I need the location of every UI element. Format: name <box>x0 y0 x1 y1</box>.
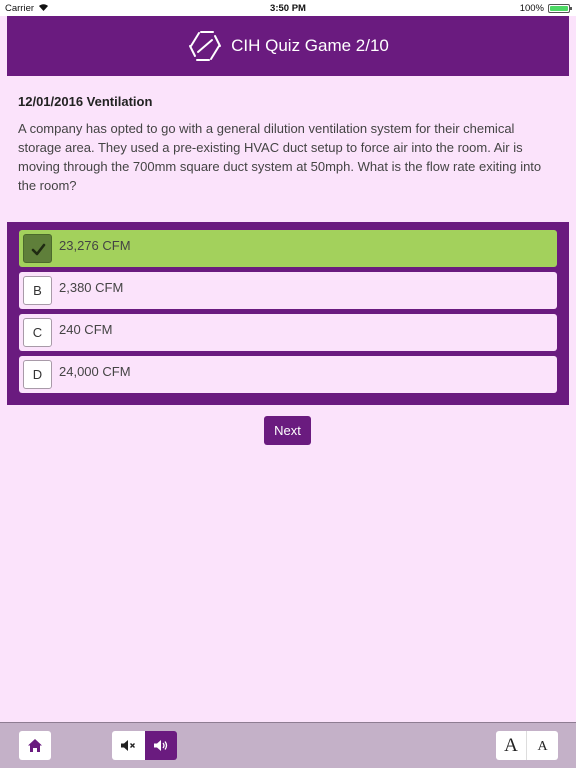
battery-percentage: 100% <box>519 3 544 14</box>
answer-option-a[interactable]: 23,276 CFM <box>19 230 557 267</box>
home-button[interactable] <box>19 731 51 760</box>
next-button[interactable]: Next <box>264 416 311 445</box>
battery-icon <box>548 4 572 13</box>
hexagon-logo-icon <box>189 31 222 61</box>
sound-on-button[interactable] <box>145 731 177 760</box>
font-large-button[interactable]: A <box>496 731 527 760</box>
question-text: A company has opted to go with a general… <box>18 121 542 193</box>
header-bar: CIH Quiz Game 2/10 <box>7 16 569 76</box>
answer-d-letter: D <box>23 360 52 389</box>
answer-option-d[interactable]: D 24,000 CFM <box>19 356 557 393</box>
sound-toggle <box>112 731 177 760</box>
speaker-on-icon <box>154 740 168 751</box>
answer-d-label: 24,000 CFM <box>59 364 131 379</box>
answer-option-c[interactable]: C 240 CFM <box>19 314 557 351</box>
status-bar: Carrier 3:50 PM 100% <box>0 0 576 16</box>
answer-option-b[interactable]: B 2,380 CFM <box>19 272 557 309</box>
checkmark-icon <box>31 243 46 256</box>
speaker-mute-icon <box>121 740 135 751</box>
answer-b-label: 2,380 CFM <box>59 280 124 295</box>
answers-panel: 23,276 CFM B 2,380 CFM C 240 CFM D 24,00… <box>7 222 569 405</box>
home-icon <box>28 739 42 752</box>
answer-a-label: 23,276 CFM <box>59 238 131 253</box>
answer-a-marker <box>23 234 52 263</box>
page-title: CIH Quiz Game 2/10 <box>231 36 389 55</box>
answer-b-letter: B <box>23 276 52 305</box>
answer-c-letter: C <box>23 318 52 347</box>
font-small-button[interactable]: A <box>527 731 558 760</box>
question-title: 12/01/2016 Ventilation <box>18 94 153 109</box>
answer-c-label: 240 CFM <box>59 322 113 337</box>
mute-button[interactable] <box>112 731 145 760</box>
bottom-toolbar: A A <box>0 722 576 768</box>
font-size-toggle: A A <box>496 731 558 760</box>
clock: 3:50 PM <box>270 3 306 14</box>
